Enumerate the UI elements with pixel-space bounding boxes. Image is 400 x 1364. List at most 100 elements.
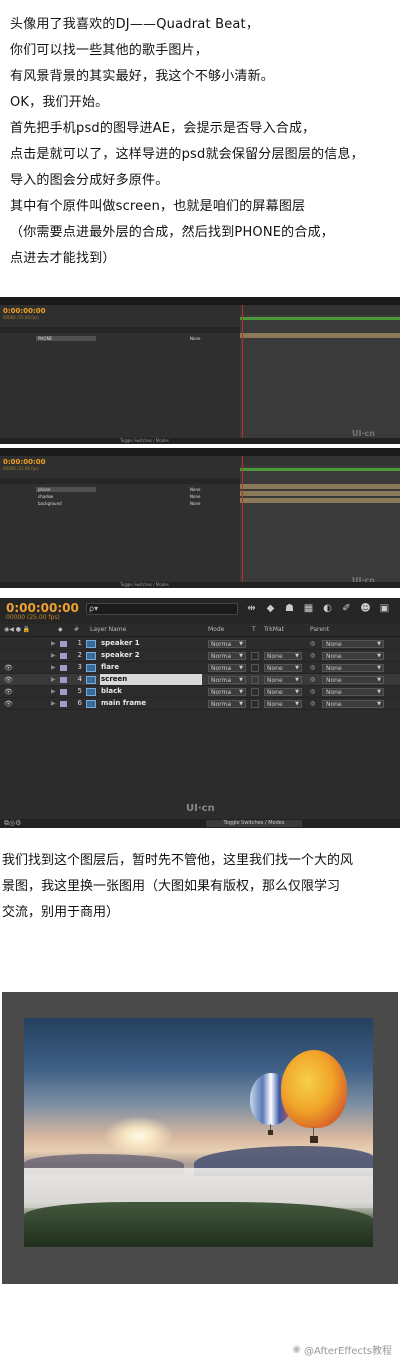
motion-blur-icon[interactable]: ◐: [321, 602, 334, 615]
expand-triangle-icon[interactable]: ▶: [51, 688, 56, 695]
draft-3d-icon[interactable]: ◆: [264, 602, 277, 615]
weibo-credit[interactable]: ◉ @AfterEffects教程: [292, 1342, 392, 1357]
layer-duration-bar[interactable]: [240, 491, 400, 496]
shy-layers-icon[interactable]: ☗: [283, 602, 296, 615]
timeline-area[interactable]: UI·cn: [240, 305, 400, 438]
time-ruler[interactable]: [240, 305, 400, 315]
layer-duration-bar[interactable]: [240, 484, 400, 489]
work-area-bar[interactable]: [240, 468, 400, 471]
layer-parent[interactable]: None: [190, 336, 200, 341]
timecode[interactable]: 0:00:00:00: [0, 305, 240, 315]
layer-parent[interactable]: None: [190, 494, 200, 499]
pickwhip-icon[interactable]: ◎: [310, 640, 315, 647]
graph-editor-icon[interactable]: ✐: [340, 602, 353, 615]
layer-parent[interactable]: None: [190, 487, 200, 492]
eye-icon[interactable]: 👁: [4, 688, 13, 696]
mode-dropdown[interactable]: Norma ▼: [208, 664, 246, 672]
pickwhip-icon[interactable]: ◎: [310, 652, 315, 659]
trkmat-dropdown[interactable]: None ▼: [264, 652, 302, 660]
mode-dropdown[interactable]: Norma ▼: [208, 640, 246, 648]
layer-duration-bar[interactable]: [240, 333, 400, 338]
hot-air-balloon-large: [281, 1050, 347, 1128]
layer-row[interactable]: PHONE None: [0, 335, 240, 341]
eye-icon[interactable]: 👁: [4, 700, 13, 708]
trkmat-dropdown[interactable]: None ▼: [264, 664, 302, 672]
preserve-transparency-checkbox[interactable]: [251, 652, 259, 660]
layer-name[interactable]: main frame: [100, 698, 146, 709]
parent-dropdown[interactable]: None ▼: [322, 676, 384, 684]
eye-icon[interactable]: 👁: [4, 676, 13, 684]
trkmat-dropdown[interactable]: None ▼: [264, 676, 302, 684]
timecode[interactable]: 0:00:00:00: [6, 601, 79, 615]
toggle-switches-modes[interactable]: Toggle Switches / Modes: [0, 438, 400, 444]
preserve-transparency-checkbox[interactable]: [251, 676, 259, 684]
outro-line: 我们找到这个图层后，暂时先不管他，这里我们找一个大的风: [2, 853, 354, 868]
pickwhip-icon[interactable]: ◎: [310, 700, 315, 707]
label-color-swatch[interactable]: [60, 653, 67, 659]
layer-row[interactable]: shadow None: [0, 493, 240, 499]
toggle-switches-modes-button[interactable]: Toggle Switches / Modes: [206, 820, 302, 827]
trkmat-dropdown[interactable]: None ▼: [264, 700, 302, 708]
expand-triangle-icon[interactable]: ▶: [51, 676, 56, 683]
trkmat-dropdown[interactable]: None ▼: [264, 688, 302, 696]
toggle-switches-modes[interactable]: Toggle Switches / Modes: [0, 582, 400, 588]
footer-switches-icon[interactable]: ⧉◎⚙: [4, 819, 21, 828]
comp-tab-bar[interactable]: [0, 448, 400, 456]
layer-row[interactable]: 👁 ▶ 3 flare Norma ▼ None ▼ ◎ None ▼: [0, 662, 400, 674]
layer-name[interactable]: flare: [100, 662, 119, 673]
mode-dropdown[interactable]: Norma ▼: [208, 700, 246, 708]
frame-blending-icon[interactable]: ▦: [302, 602, 315, 615]
layer-panel: 0:00:00:00 00000 (25.00 fps) PHONE None: [0, 305, 240, 438]
layer-row[interactable]: ▶ 1 speaker 1 Norma ▼ ◎ None ▼: [0, 638, 400, 650]
mode-dropdown[interactable]: Norma ▼: [208, 688, 246, 696]
layer-search-input[interactable]: ρ▾: [86, 603, 238, 615]
mode-dropdown[interactable]: Norma ▼: [208, 652, 246, 660]
brainstorm-icon[interactable]: ☻: [359, 602, 372, 615]
layer-name-header[interactable]: Layer Name: [90, 626, 126, 633]
expand-triangle-icon[interactable]: ▶: [51, 640, 56, 647]
fps-label: 00000 (25.00 fps): [6, 614, 60, 621]
parent-dropdown[interactable]: None ▼: [322, 664, 384, 672]
preserve-transparency-checkbox[interactable]: [251, 700, 259, 708]
pickwhip-icon[interactable]: ◎: [310, 676, 315, 683]
comp-mini-flowchart-icon[interactable]: ⇹: [245, 602, 258, 615]
expand-triangle-icon[interactable]: ▶: [51, 664, 56, 671]
layer-row[interactable]: ▶ 2 speaker 2 Norma ▼ None ▼ ◎ None ▼: [0, 650, 400, 662]
label-color-swatch[interactable]: [60, 701, 67, 707]
label-color-swatch[interactable]: [60, 665, 67, 671]
mode-dropdown[interactable]: Norma ▼: [208, 676, 246, 684]
label-color-swatch[interactable]: [60, 677, 67, 683]
parent-dropdown[interactable]: None ▼: [322, 640, 384, 648]
playhead[interactable]: [242, 456, 243, 582]
layer-row[interactable]: background None: [0, 500, 240, 506]
layer-name[interactable]: speaker 2: [100, 650, 140, 661]
layer-name[interactable]: screen: [100, 674, 202, 685]
playhead[interactable]: [242, 305, 243, 438]
work-area-bar[interactable]: [240, 317, 400, 320]
layer-row[interactable]: 👁 ▶ 6 main frame Norma ▼ None ▼ ◎ None ▼: [0, 698, 400, 710]
layer-duration-bar[interactable]: [240, 498, 400, 503]
expand-triangle-icon[interactable]: ▶: [51, 652, 56, 659]
eye-icon[interactable]: 👁: [4, 664, 13, 672]
time-ruler[interactable]: [240, 456, 400, 466]
label-color-swatch[interactable]: [60, 641, 67, 647]
parent-dropdown[interactable]: None ▼: [322, 700, 384, 708]
expand-triangle-icon[interactable]: ▶: [51, 700, 56, 707]
layer-row[interactable]: 👁 ▶ 5 black Norma ▼ None ▼ ◎ None ▼: [0, 686, 400, 698]
timecode[interactable]: 0:00:00:00: [0, 456, 240, 466]
pickwhip-icon[interactable]: ◎: [310, 664, 315, 671]
preserve-transparency-checkbox[interactable]: [251, 664, 259, 672]
preserve-transparency-checkbox[interactable]: [251, 688, 259, 696]
layer-name[interactable]: black: [100, 686, 122, 697]
expand-icon[interactable]: ▣: [378, 602, 391, 615]
layer-row[interactable]: phone None: [0, 486, 240, 492]
parent-dropdown[interactable]: None ▼: [322, 652, 384, 660]
timeline-area[interactable]: UI·cn: [240, 456, 400, 585]
layer-row-selected[interactable]: 👁 ▶ 4 screen Norma ▼ None ▼ ◎ None ▼: [0, 674, 400, 686]
layer-parent[interactable]: None: [190, 501, 200, 506]
pickwhip-icon[interactable]: ◎: [310, 688, 315, 695]
label-color-swatch[interactable]: [60, 689, 67, 695]
comp-tab-bar[interactable]: [0, 297, 400, 305]
layer-name[interactable]: speaker 1: [100, 638, 140, 649]
parent-dropdown[interactable]: None ▼: [322, 688, 384, 696]
